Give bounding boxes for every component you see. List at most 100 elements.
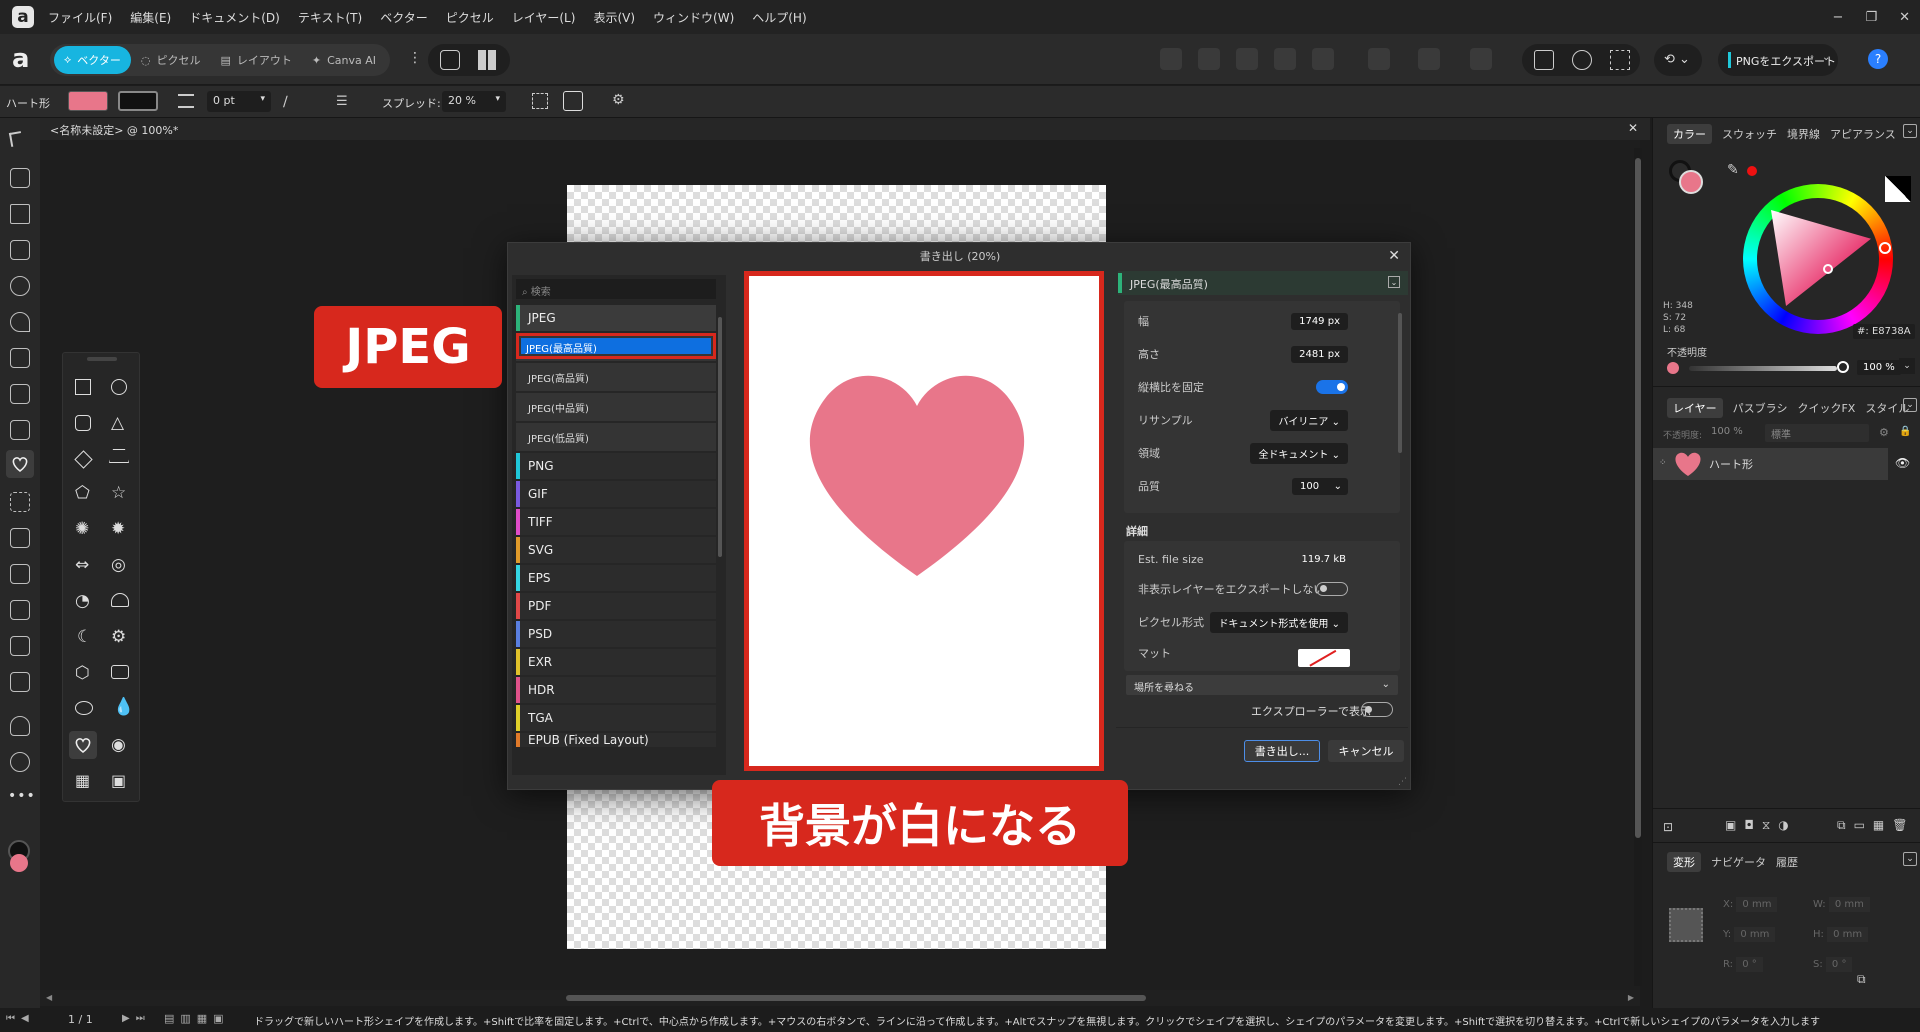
- folder-icon[interactable]: ▭: [1854, 818, 1865, 833]
- pin-icon[interactable]: [1572, 50, 1592, 70]
- rounded-rectangle-icon[interactable]: [75, 415, 91, 431]
- menu-pixel[interactable]: ピクセル: [446, 9, 494, 26]
- mask-icon[interactable]: ◑: [1778, 818, 1788, 833]
- pie-icon[interactable]: ◔: [75, 591, 90, 611]
- grid-icon[interactable]: [478, 50, 498, 70]
- format-hdr[interactable]: HDR: [516, 677, 716, 703]
- callout-ellipse-icon[interactable]: [75, 701, 93, 715]
- tab-transform[interactable]: 変形: [1667, 852, 1701, 872]
- callout-rect-icon[interactable]: [111, 665, 129, 679]
- chevron-down-icon[interactable]: ⌄: [1388, 276, 1400, 288]
- menu-vector[interactable]: ベクター: [380, 9, 428, 26]
- boolean-subtract-icon[interactable]: [1198, 48, 1220, 70]
- boolean-intersect-icon[interactable]: [1236, 48, 1258, 70]
- menu-view[interactable]: 表示(V): [593, 9, 635, 26]
- menu-help[interactable]: ヘルプ(H): [752, 9, 806, 26]
- stroke-style-icon[interactable]: [178, 94, 194, 108]
- rotate-icon[interactable]: [1534, 50, 1554, 70]
- scroll-right-icon[interactable]: ▶: [1628, 993, 1634, 1002]
- close-document-icon[interactable]: ✕: [1628, 121, 1638, 135]
- rectangle-icon[interactable]: [75, 379, 91, 395]
- horizontal-scrollbar[interactable]: ◀ ▶: [40, 990, 1640, 1006]
- fill-color-chip[interactable]: [1679, 170, 1703, 194]
- opacity-slider-handle[interactable]: [1837, 361, 1849, 373]
- vertical-scrollbar[interactable]: [1634, 148, 1642, 986]
- opacity-slider[interactable]: [1689, 366, 1837, 371]
- format-tiff[interactable]: TIFF: [516, 509, 716, 535]
- eyedropper-icon[interactable]: ✎: [1727, 162, 1739, 178]
- vertical-scroll-thumb[interactable]: [1635, 158, 1641, 838]
- lock-aspect-toggle[interactable]: [1316, 380, 1348, 394]
- export-png-button[interactable]: PNGをエクスポート ⌄: [1718, 44, 1838, 76]
- donut-icon[interactable]: ◎: [111, 555, 126, 575]
- star-icon[interactable]: ☆: [111, 483, 126, 503]
- square-star-icon[interactable]: ✹: [111, 519, 125, 539]
- zoom-tool-icon[interactable]: [10, 752, 30, 772]
- format-psd[interactable]: PSD: [516, 621, 716, 647]
- preset-jpeg-best[interactable]: JPEG(最高品質): [516, 333, 716, 361]
- double-star-icon[interactable]: ✺: [75, 519, 89, 539]
- preset-jpeg-medium[interactable]: JPEG(中品質): [516, 393, 716, 421]
- pixel-format-select[interactable]: ドキュメント形式を使用 ⌄: [1210, 611, 1348, 633]
- panel-menu-icon[interactable]: ⌄: [1903, 124, 1917, 138]
- segment-icon[interactable]: [111, 593, 129, 607]
- opacity-field[interactable]: 100 %: [1857, 360, 1901, 375]
- help-icon[interactable]: ?: [1868, 49, 1888, 69]
- contour-tool-icon[interactable]: [10, 276, 30, 296]
- format-gif[interactable]: GIF: [516, 481, 716, 507]
- page-first-prev-icons[interactable]: ⏮◀: [6, 1013, 35, 1024]
- resample-select[interactable]: バイリニア ⌄: [1270, 409, 1348, 431]
- preset-jpeg-high[interactable]: JPEG(高品質): [516, 363, 716, 391]
- layout-persona-button[interactable]: ▤ レイアウト: [210, 46, 301, 74]
- mirror-icon[interactable]: [1418, 48, 1440, 70]
- width-field[interactable]: 1749 px: [1291, 312, 1348, 330]
- s-field[interactable]: 0 °: [1825, 957, 1853, 972]
- boolean-divide-icon[interactable]: [1312, 48, 1334, 70]
- height-field[interactable]: 2481 px: [1291, 345, 1348, 363]
- export-button[interactable]: 書き出し...: [1244, 740, 1320, 762]
- tear-icon[interactable]: 💧: [113, 697, 134, 717]
- transform-origin-icon[interactable]: ⧉: [1857, 972, 1866, 987]
- layer-row[interactable]: ⁘ ハート形: [1653, 448, 1888, 480]
- menu-file[interactable]: ファイル(F): [48, 9, 112, 26]
- gradient-tool-icon[interactable]: [10, 636, 30, 656]
- menu-layer[interactable]: レイヤー(L): [512, 9, 576, 26]
- diamond-icon[interactable]: [74, 450, 93, 469]
- tab-quickfx[interactable]: クイックFX: [1797, 400, 1855, 416]
- fill-tool-icon[interactable]: [10, 420, 30, 440]
- h-field[interactable]: 0 mm: [1827, 927, 1869, 942]
- close-dialog-icon[interactable]: ✕: [1388, 248, 1400, 264]
- bw-swatch[interactable]: [1885, 176, 1911, 202]
- fill-color-well[interactable]: [10, 854, 28, 872]
- matte-swatch[interactable]: [1298, 649, 1350, 667]
- eyedropper-tool-icon[interactable]: [10, 672, 30, 692]
- node-tool-icon[interactable]: [10, 204, 30, 224]
- color-picker-handle[interactable]: [1823, 264, 1833, 274]
- boolean-xor-icon[interactable]: [1274, 48, 1296, 70]
- canva-ai-button[interactable]: ✦ Canva AI: [302, 46, 386, 74]
- menu-document[interactable]: ドキュメント(D): [189, 9, 280, 26]
- crop-tool-icon[interactable]: [10, 492, 30, 512]
- pixel-persona-button[interactable]: ◌ ピクセル: [131, 46, 211, 74]
- hand-tool-icon[interactable]: [10, 716, 30, 736]
- menu-edit[interactable]: 編集(E): [130, 9, 171, 26]
- gear-icon[interactable]: ⚙: [1879, 426, 1889, 439]
- stroke-swatch[interactable]: [118, 91, 158, 111]
- fx-icon[interactable]: ▣: [1725, 818, 1736, 833]
- format-eps[interactable]: EPS: [516, 565, 716, 591]
- tab-appearance[interactable]: アピアランス: [1830, 126, 1896, 142]
- delete-icon[interactable]: 🗑: [1892, 818, 1907, 833]
- chevron-down-icon[interactable]: ⌄: [1899, 358, 1915, 374]
- cancel-button[interactable]: キャンセル: [1328, 740, 1404, 762]
- scroll-left-icon[interactable]: ◀: [46, 993, 52, 1002]
- tab-history[interactable]: 履歴: [1776, 854, 1798, 870]
- align-icon[interactable]: [1470, 48, 1492, 70]
- blend-mode-select[interactable]: 標準: [1765, 424, 1869, 442]
- ellipse-icon[interactable]: [111, 379, 127, 395]
- add-pixel-layer-icon[interactable]: ⊡: [1663, 820, 1673, 834]
- vector-persona-button[interactable]: ⟡ ベクター: [54, 46, 131, 74]
- heart-shape-button[interactable]: [69, 731, 97, 759]
- area-select[interactable]: 全ドキュメント ⌄: [1250, 442, 1348, 464]
- page-tools-icons[interactable]: ▤▥▦▣: [164, 1012, 230, 1025]
- minimize-button[interactable]: −: [1833, 10, 1844, 25]
